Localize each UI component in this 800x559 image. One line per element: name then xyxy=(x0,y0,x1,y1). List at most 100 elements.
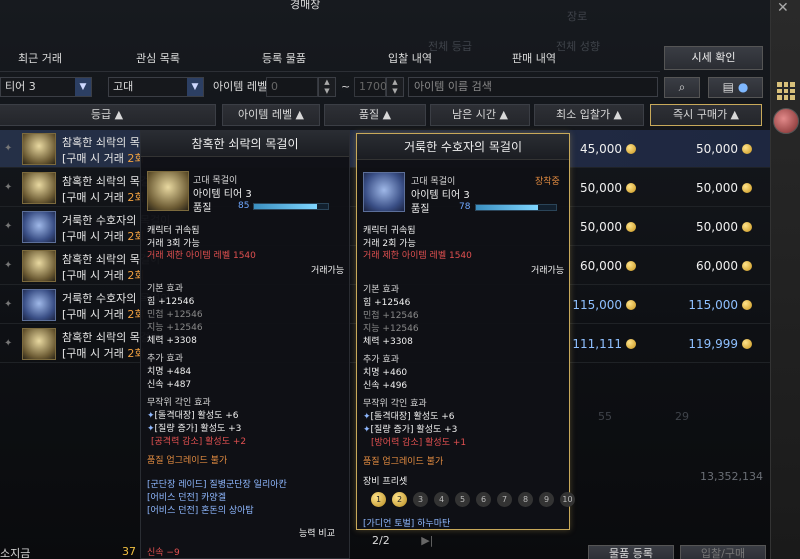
buy-now-price: 50,000 xyxy=(660,142,752,156)
trade-info: [구매 시 거래 2회 xyxy=(62,269,145,282)
necklace-icon xyxy=(147,171,189,211)
quality-bar-fill xyxy=(254,204,317,209)
bg-panel-title: 장로 xyxy=(567,10,588,23)
column-item-level[interactable]: 아이템 레벨 ▲ xyxy=(222,104,320,126)
faded-number: 29 xyxy=(675,410,689,423)
necklace-icon xyxy=(22,133,56,165)
stat-int: 지능 +12546 xyxy=(363,324,419,334)
necklace-icon xyxy=(22,250,56,282)
gold-value: 37 xyxy=(122,545,136,558)
detail-search-button[interactable]: ▤ ● xyxy=(708,77,763,98)
gold-label: 소지금 xyxy=(0,547,31,559)
engrave-label: 무작위 각인 효과 xyxy=(363,399,427,409)
page-indicator: 2/2 xyxy=(372,534,390,547)
avatar[interactable] xyxy=(773,108,799,134)
stat-crit: 치명 +484 xyxy=(147,367,192,377)
pin-icon[interactable]: ✦ xyxy=(4,143,12,154)
preset-10[interactable]: 10 xyxy=(560,492,575,507)
stat-dex: 민첩 +12546 xyxy=(147,310,203,320)
tab-watchlist[interactable]: 관심 목록 xyxy=(108,42,208,71)
tooltip-bind: 캐릭터 귀속됨 xyxy=(363,226,416,236)
faded-gold-amount: 13,352,134 xyxy=(700,470,763,483)
source-1: [가디언 토벌] 하누마탄 xyxy=(363,519,451,529)
level-min-input[interactable]: 0 xyxy=(266,77,318,97)
stat-str: 힘 +12546 xyxy=(363,298,411,308)
search-button[interactable]: ⌕ xyxy=(664,77,700,98)
pin-icon[interactable]: ✦ xyxy=(4,182,12,193)
preset-8[interactable]: 8 xyxy=(518,492,533,507)
gold-coin-icon xyxy=(742,222,752,232)
gold-coin-icon xyxy=(742,261,752,271)
toggle-dot-icon: ● xyxy=(737,80,749,94)
grade-select[interactable]: 고대 ▼ xyxy=(108,77,204,97)
preset-7[interactable]: 7 xyxy=(497,492,512,507)
gold-coin-icon xyxy=(742,183,752,193)
preset-1[interactable]: 1 xyxy=(371,492,386,507)
preset-6[interactable]: 6 xyxy=(476,492,491,507)
tab-registered[interactable]: 등록 물품 xyxy=(234,42,334,71)
preset-4[interactable]: 4 xyxy=(434,492,449,507)
stat-swift: 신속 +487 xyxy=(147,380,192,390)
engrave-3: [방어력 감소] 활성도 +1 xyxy=(371,438,467,448)
engrave-1: ✦[돌격대장] 활성도 +6 xyxy=(147,411,239,421)
upgrade-note: 품질 업그레이드 불가 xyxy=(363,457,444,467)
pin-icon[interactable]: ✦ xyxy=(4,338,12,349)
register-item-button[interactable]: 물품 등록 xyxy=(588,545,674,559)
column-buy-now[interactable]: 즉시 구매가 ▲ xyxy=(650,104,762,126)
tier-select[interactable]: 티어 3 ▼ xyxy=(0,77,92,97)
column-remaining-time[interactable]: 남은 시간 ▲ xyxy=(430,104,530,126)
engrave-icon: ✦ xyxy=(363,425,371,435)
window-title: 경매장 xyxy=(290,0,321,11)
pin-icon[interactable]: ✦ xyxy=(4,299,12,310)
grade-select-value: 고대 xyxy=(113,80,134,93)
tab-bids[interactable]: 입찰 내역 xyxy=(360,42,460,71)
tooltip-tier: 아이템 티어 3 xyxy=(193,189,252,200)
chevron-down-icon: ▼ xyxy=(187,78,203,96)
upgrade-note: 품질 업그레이드 불가 xyxy=(147,456,228,466)
tooltip-quality-value: 78 xyxy=(459,202,471,212)
quality-bar xyxy=(475,204,557,211)
close-icon[interactable]: ✕ xyxy=(777,0,789,16)
engrave-2: ✦[질량 증가] 활성도 +3 xyxy=(147,424,242,434)
level-max-stepper[interactable]: ▲ ▼ xyxy=(386,77,404,97)
pin-icon[interactable]: ✦ xyxy=(4,221,12,232)
quote-check-button[interactable]: 시세 확인 xyxy=(664,46,763,70)
trade-info: [구매 시 거래 2회 xyxy=(62,191,145,204)
buy-now-price: 50,000 xyxy=(660,220,752,234)
tooltip-level-limit: 거래 제한 아이템 레벨 1540 xyxy=(147,251,256,261)
tab-recent[interactable]: 최근 거래 xyxy=(0,42,80,71)
preset-5[interactable]: 5 xyxy=(455,492,470,507)
source-1: [군단장 레이드] 질병군단장 일리아칸 xyxy=(147,480,287,490)
stat-str: 힘 +12546 xyxy=(147,297,195,307)
buy-now-price: 60,000 xyxy=(660,259,752,273)
column-quality[interactable]: 품질 ▲ xyxy=(324,104,426,126)
quality-bar xyxy=(253,203,329,210)
preset-3[interactable]: 3 xyxy=(413,492,428,507)
preset-9[interactable]: 9 xyxy=(539,492,554,507)
next-page-icon[interactable]: ▶| xyxy=(421,534,433,547)
engrave-1: ✦[돌격대장] 활성도 +6 xyxy=(363,412,455,422)
tab-sales[interactable]: 판매 내역 xyxy=(484,42,584,71)
compare-swift: 신속 −9 xyxy=(147,548,180,558)
stat-crit: 치명 +460 xyxy=(363,368,408,378)
preset-2[interactable]: 2 xyxy=(392,492,407,507)
column-min-bid[interactable]: 최소 입찰가 ▲ xyxy=(534,104,644,126)
gold-coin-icon xyxy=(626,222,636,232)
pin-icon[interactable]: ✦ xyxy=(4,260,12,271)
bid-buy-button[interactable]: 입찰/구매 xyxy=(680,545,766,559)
level-max-input[interactable]: 1700 xyxy=(354,77,387,97)
tooltip-title: 거룩한 수호자의 목걸이 xyxy=(357,134,569,160)
gold-coin-icon xyxy=(742,300,752,310)
gold-coin-icon xyxy=(626,339,636,349)
extra-effects-label: 추가 효과 xyxy=(363,355,399,365)
level-min-stepper[interactable]: ▲ ▼ xyxy=(318,77,336,97)
necklace-icon xyxy=(22,172,56,204)
source-2: [어비스 던전] 카양겔 xyxy=(147,493,226,503)
stat-hp: 체력 +3308 xyxy=(363,337,413,347)
search-input[interactable]: 아이템 이름 검색 xyxy=(408,77,658,97)
trade-info: [구매 시 거래 2회 xyxy=(62,308,145,321)
grid-menu-icon[interactable] xyxy=(777,82,795,100)
gold-balance: 소지금 37 xyxy=(0,545,140,559)
column-grade[interactable]: 등급 ▲ xyxy=(0,104,216,126)
tooltip-tier: 아이템 티어 3 xyxy=(411,190,470,201)
